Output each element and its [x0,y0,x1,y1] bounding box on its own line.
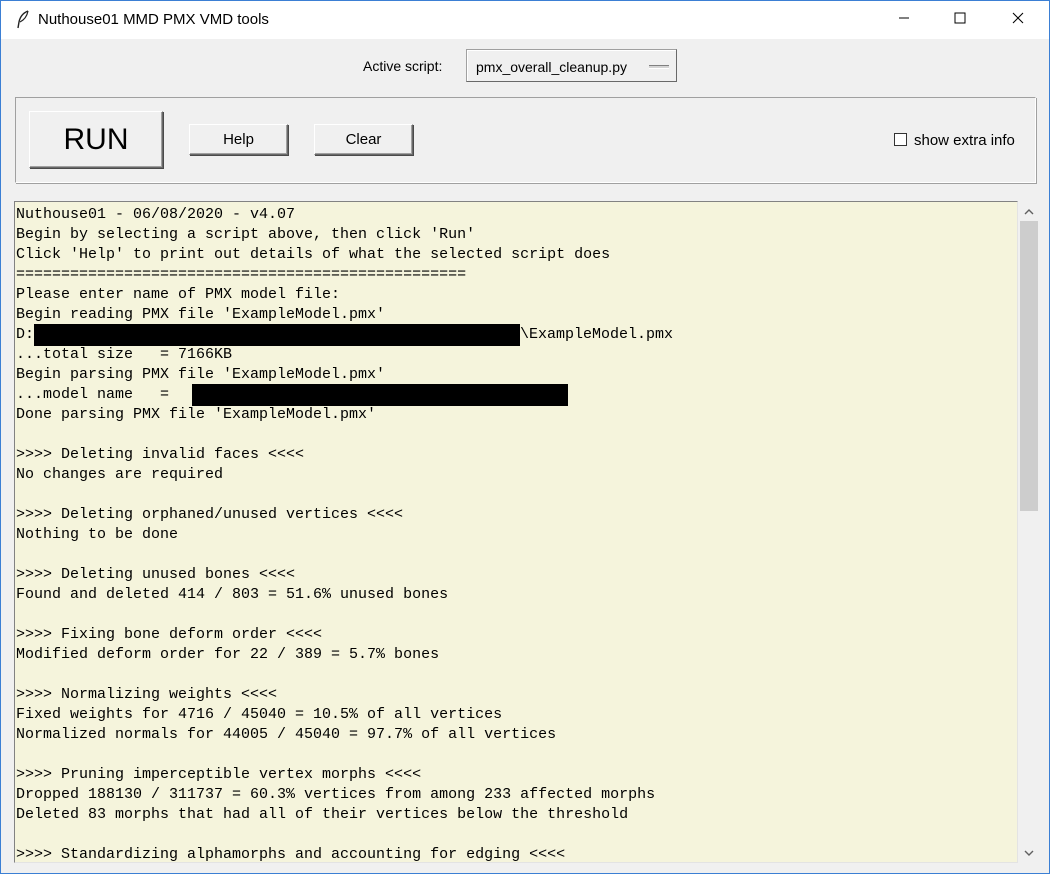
path-suffix: \ExampleModel.pmx [520,326,674,343]
console-line: Begin reading PMX file 'ExampleModel.pmx… [16,306,386,323]
minimize-button[interactable] [875,1,933,39]
toolbar-panel [15,97,1036,183]
active-script-value: pmx_overall_cleanup.py [476,59,627,75]
title-bar[interactable]: Nuthouse01 MMD PMX VMD tools [1,1,1049,39]
close-icon [1012,11,1024,29]
scroll-up-button[interactable] [1018,201,1040,221]
console-line: ========================================… [16,266,467,283]
maximize-icon [954,11,966,29]
console-line: Begin parsing PMX file 'ExampleModel.pmx… [16,366,386,383]
minimize-icon [898,11,910,29]
console-line: >>>> Deleting invalid faces <<<< [16,446,305,463]
console-line: No changes are required [16,466,224,483]
console-line: >>>> Fixing bone deform order <<<< [16,626,323,643]
help-button[interactable]: Help [189,124,288,155]
console-lines: Nuthouse01 - 06/08/2020 - v4.07 Begin by… [16,205,673,863]
chevron-up-icon [1024,202,1034,220]
clear-button[interactable]: Clear [314,124,413,155]
console-line-model-name: ...model name = [16,384,655,406]
feather-icon [15,10,31,30]
dropdown-indicator-icon [649,65,669,69]
console-scrollbar[interactable] [1018,201,1040,863]
chevron-down-icon [1024,844,1034,862]
console-line: Found and deleted 414 / 803 = 51.6% unus… [16,586,449,603]
window-title: Nuthouse01 MMD PMX VMD tools [38,11,269,28]
active-script-label: Active script: [363,58,443,74]
console-line: >>>> Normalizing weights <<<< [16,686,278,703]
run-button[interactable]: RUN [29,111,163,168]
console-line: Done parsing PMX file 'ExampleModel.pmx' [16,406,377,423]
console-line: Modified deform order for 22 / 389 = 5.7… [16,646,440,663]
model-name-prefix: ...model name = [16,386,179,403]
console-line: Nothing to be done [16,526,179,543]
console-line: ...total size = 7166KB [16,346,233,363]
path-prefix: D: [16,326,35,343]
console-line: >>>> Deleting unused bones <<<< [16,566,296,583]
maximize-button[interactable] [931,1,989,39]
console-line: Click 'Help' to print out details of wha… [16,246,611,263]
close-button[interactable] [989,1,1047,39]
console-line: >>>> Standardizing alphamorphs and accou… [16,846,566,863]
console-line: Fixed weights for 4716 / 45040 = 10.5% o… [16,706,503,723]
show-extra-info-checkbox[interactable] [894,133,907,146]
active-script-dropdown[interactable]: pmx_overall_cleanup.py [466,49,677,82]
console-line: Nuthouse01 - 06/08/2020 - v4.07 [16,206,296,223]
console-line: Dropped 188130 / 311737 = 60.3% vertices… [16,786,656,803]
redacted-block [34,324,520,346]
console-line: >>>> Pruning imperceptible vertex morphs… [16,766,422,783]
redacted-block [192,384,568,406]
console-line: Deleted 83 morphs that had all of their … [16,806,629,823]
show-extra-info-label[interactable]: show extra info [914,132,1015,149]
console-line-path: D: \ExampleModel.pmx [16,324,673,346]
console-line: Begin by selecting a script above, then … [16,226,476,243]
console-output[interactable]: Nuthouse01 - 06/08/2020 - v4.07 Begin by… [14,201,1018,863]
console-line: Please enter name of PMX model file: [16,286,341,303]
console-line: Normalized normals for 44005 / 45040 = 9… [16,726,557,743]
app-window: Nuthouse01 MMD PMX VMD tools Active scri… [0,0,1050,874]
scroll-thumb[interactable] [1020,221,1038,511]
scroll-down-button[interactable] [1018,843,1040,863]
console-line: >>>> Deleting orphaned/unused vertices <… [16,506,404,523]
